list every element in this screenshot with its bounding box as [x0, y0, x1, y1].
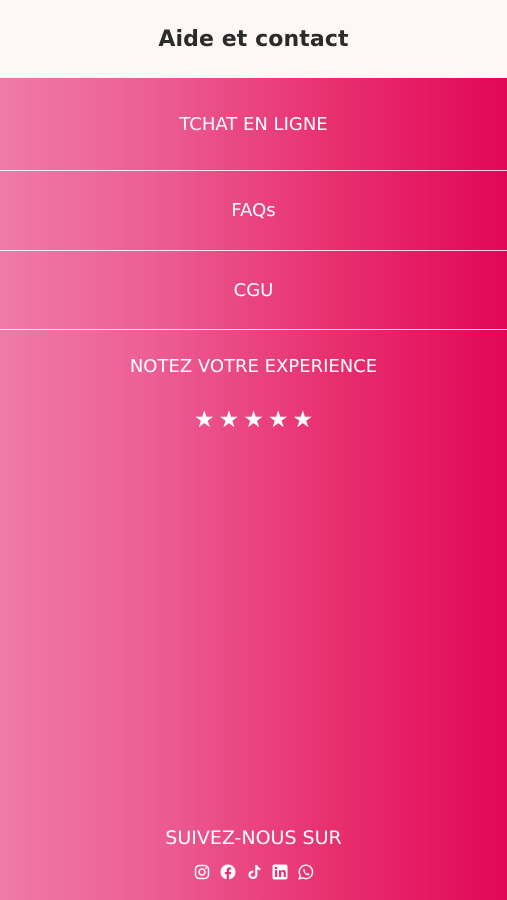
rate-experience-title: NOTEZ VOTRE EXPERIENCE	[129, 356, 378, 377]
star-icon-3[interactable]: ★	[243, 406, 264, 434]
help-contact-panel: TCHAT EN LIGNE FAQs CGU NOTEZ VOTRE EXPE…	[0, 78, 507, 900]
star-rating: ★ ★ ★ ★ ★	[0, 406, 507, 434]
menu-item-cgu[interactable]: CGU	[0, 251, 507, 329]
linkedin-icon[interactable]	[272, 864, 288, 880]
star-icon-4[interactable]: ★	[268, 406, 289, 434]
menu-item-live-chat[interactable]: TCHAT EN LIGNE	[0, 78, 507, 170]
menu-item-faqs[interactable]: FAQs	[0, 171, 507, 250]
social-links	[0, 864, 507, 880]
whatsapp-icon[interactable]	[297, 864, 314, 880]
follow-us-title: SUIVEZ-NOUS SUR	[165, 827, 342, 849]
divider	[0, 329, 507, 330]
instagram-icon[interactable]	[194, 864, 210, 880]
tiktok-icon[interactable]	[246, 864, 262, 880]
app-header: Aide et contact	[0, 0, 507, 78]
star-icon-1[interactable]: ★	[194, 406, 215, 434]
star-icon-2[interactable]: ★	[219, 406, 240, 434]
facebook-icon[interactable]	[220, 864, 236, 880]
page-title: Aide et contact	[158, 26, 349, 52]
star-icon-5[interactable]: ★	[292, 406, 313, 434]
